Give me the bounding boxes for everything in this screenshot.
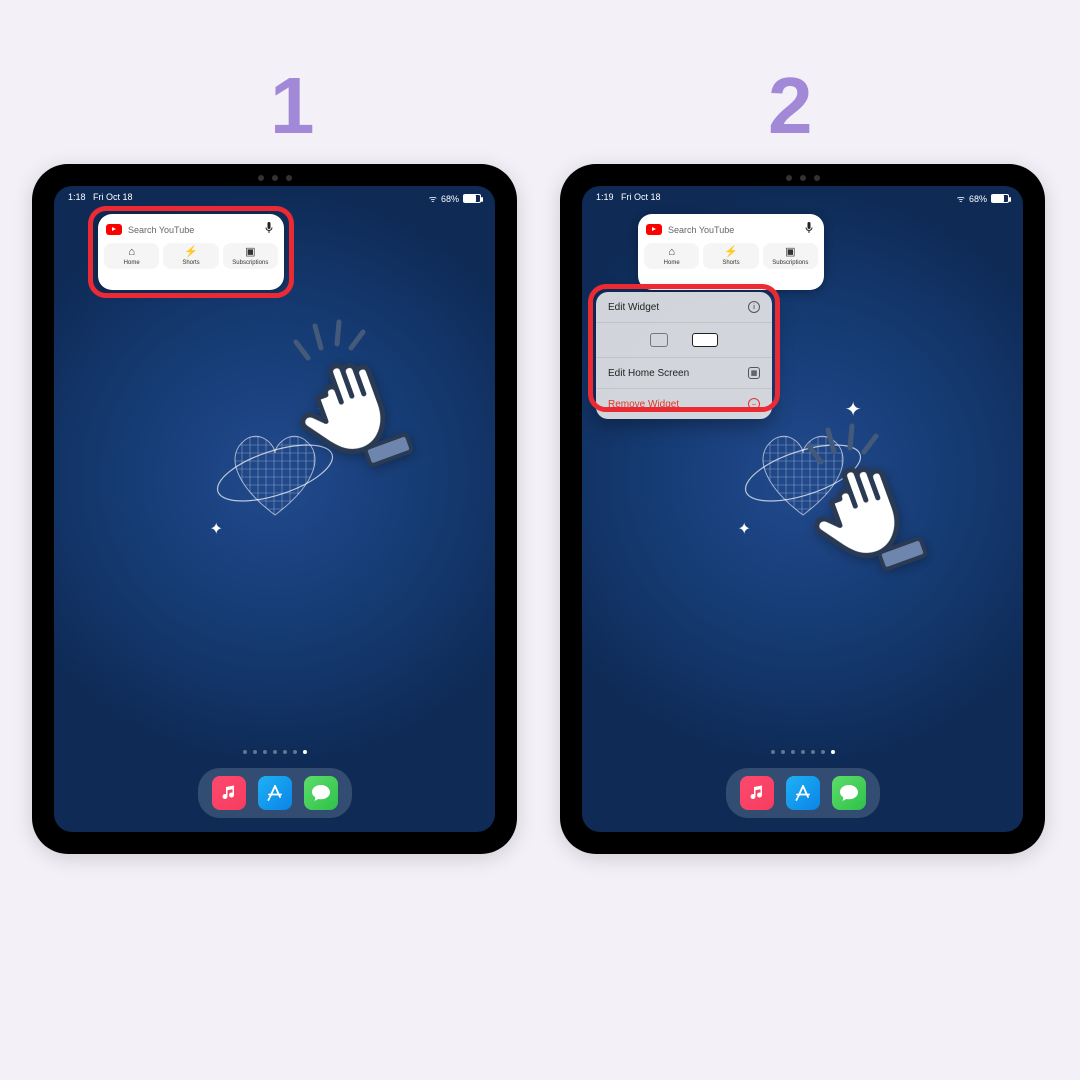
status-date: Fri Oct 18 [93,192,133,202]
youtube-logo-icon [106,224,122,235]
menu-size-options [596,323,772,358]
sparkle-icon: ✦ [738,519,751,539]
home-label: Home [124,260,140,266]
camera-notch [245,174,305,182]
step-number-2: 2 [768,60,813,152]
youtube-search-bar[interactable]: Search YouTube [644,220,818,243]
app-appstore[interactable] [258,776,292,810]
battery-icon [463,194,481,203]
step-number-1: 1 [270,60,315,152]
wifi-icon: ᯤ [429,192,437,205]
search-placeholder: Search YouTube [668,225,798,235]
youtube-logo-icon [646,224,662,235]
subscriptions-icon: ▣ [785,247,795,258]
youtube-widget[interactable]: Search YouTube ⌂ Home ⚡ Shorts ▣ Subscri… [638,214,824,290]
battery-percent: 68% [969,194,987,204]
info-icon: i [748,301,760,313]
app-messages[interactable] [832,776,866,810]
home-icon: ⌂ [668,247,675,258]
app-messages[interactable] [304,776,338,810]
dock [198,768,352,818]
youtube-tab-shorts[interactable]: ⚡ Shorts [703,243,758,269]
menu-label: Edit Home Screen [608,368,689,379]
home-label: Home [664,260,680,266]
app-appstore[interactable] [786,776,820,810]
apps-grid-icon: ▦ [748,367,760,379]
status-time: 1:19 [596,192,614,202]
youtube-tab-home[interactable]: ⌂ Home [644,243,699,269]
youtube-tab-shorts[interactable]: ⚡ Shorts [163,243,218,269]
shorts-label: Shorts [182,260,199,266]
page-indicator[interactable] [771,750,835,754]
wifi-icon: ᯤ [957,192,965,205]
status-date: Fri Oct 18 [621,192,661,202]
shorts-icon: ⚡ [184,247,198,258]
youtube-tab-subscriptions[interactable]: ▣ Subscriptions [223,243,278,269]
camera-notch [773,174,833,182]
status-bar: 1:18 Fri Oct 18 ᯤ 68% [54,192,495,205]
subscriptions-label: Subscriptions [772,260,808,266]
dock [726,768,880,818]
app-music[interactable] [212,776,246,810]
ipad-panel-1: 1:18 Fri Oct 18 ᯤ 68% Search YouTube ⌂ [32,164,517,854]
widget-context-menu: Edit Widget i Edit Home Screen ▦ Remove … [596,292,772,419]
youtube-tab-home[interactable]: ⌂ Home [104,243,159,269]
size-medium-icon[interactable] [692,333,718,347]
youtube-tab-subscriptions[interactable]: ▣ Subscriptions [763,243,818,269]
mic-icon[interactable] [804,222,814,237]
app-music[interactable] [740,776,774,810]
home-screen[interactable]: 1:18 Fri Oct 18 ᯤ 68% Search YouTube ⌂ [54,186,495,832]
mic-icon[interactable] [264,222,274,237]
shorts-icon: ⚡ [724,247,738,258]
menu-edit-widget[interactable]: Edit Widget i [596,292,772,323]
subscriptions-icon: ▣ [245,247,255,258]
sparkle-icon: ✦ [210,519,223,539]
status-bar: 1:19 Fri Oct 18 ᯤ 68% [582,192,1023,205]
home-icon: ⌂ [128,247,135,258]
subscriptions-label: Subscriptions [232,260,268,266]
battery-icon [991,194,1009,203]
size-small-icon[interactable] [650,333,668,347]
search-placeholder: Search YouTube [128,225,258,235]
page-indicator[interactable] [243,750,307,754]
status-time: 1:18 [68,192,86,202]
menu-label: Edit Widget [608,302,659,313]
menu-edit-home-screen[interactable]: Edit Home Screen ▦ [596,358,772,389]
youtube-search-bar[interactable]: Search YouTube [104,220,278,243]
youtube-widget[interactable]: Search YouTube ⌂ Home ⚡ Shorts ▣ Subscri… [98,214,284,290]
shorts-label: Shorts [722,260,739,266]
menu-label: Remove Widget [608,399,679,410]
battery-percent: 68% [441,194,459,204]
